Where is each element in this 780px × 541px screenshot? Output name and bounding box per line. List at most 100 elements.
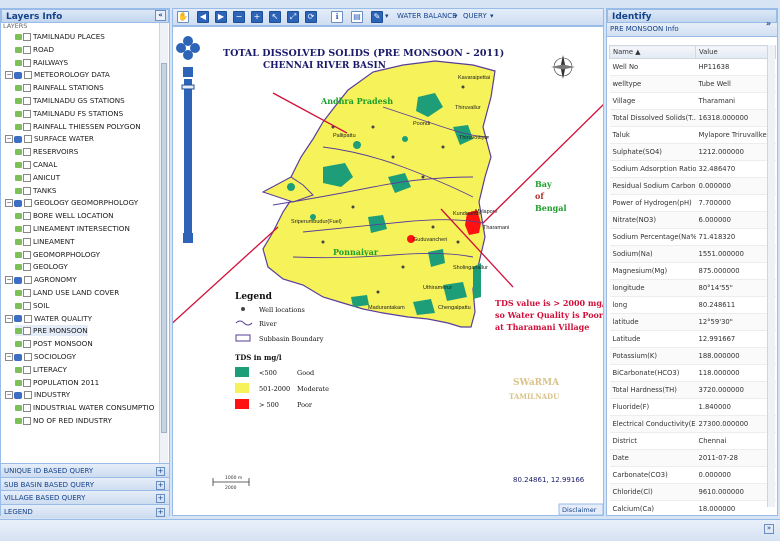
- layer-checkbox[interactable]: [23, 263, 31, 272]
- property-row[interactable]: Sodium Percentage(Na%) 71.418320: [609, 228, 776, 246]
- layer-checkbox[interactable]: [24, 353, 32, 361]
- full-extent-icon[interactable]: ⤢: [287, 11, 299, 23]
- layer-checkbox[interactable]: [23, 289, 31, 297]
- expand-toggle-icon[interactable]: −: [5, 314, 13, 323]
- expand-plus-icon[interactable]: +: [156, 480, 165, 490]
- layer-group[interactable]: − AGRONOMY: [5, 274, 77, 285]
- measure-dropdown-arrow[interactable]: ▾: [385, 12, 389, 20]
- scrollbar-thumb[interactable]: [161, 63, 167, 433]
- zoom-in-icon[interactable]: +: [251, 11, 263, 23]
- expand-grip-button[interactable]: »: [764, 524, 774, 534]
- zoom-thumb[interactable]: [181, 84, 195, 90]
- accordion-legend[interactable]: LEGEND +: [1, 503, 169, 518]
- property-row[interactable]: Residual Sodium Carbonat...0.000000: [609, 177, 776, 195]
- expand-toggle-icon[interactable]: −: [5, 135, 13, 144]
- layer-item[interactable]: RAILWAYS: [15, 57, 68, 68]
- layer-checkbox[interactable]: [23, 84, 31, 93]
- zoom-slider[interactable]: [176, 36, 200, 243]
- property-row[interactable]: Total Dissolved Solids(T... 16318.000000: [609, 109, 776, 127]
- property-row[interactable]: District Chennai: [609, 432, 776, 450]
- property-row[interactable]: Date 2011-07-28: [609, 449, 776, 467]
- layer-item[interactable]: TAMILNADU FS STATIONS: [15, 108, 123, 119]
- layer-checkbox[interactable]: [23, 45, 31, 54]
- layer-item[interactable]: POPULATION 2011: [15, 377, 99, 388]
- layer-item[interactable]: TAMILNADU PLACES: [15, 31, 105, 42]
- property-row[interactable]: Fluoride(F) 1.840000: [609, 398, 776, 416]
- zoom-track[interactable]: [184, 79, 192, 241]
- property-row[interactable]: Village Tharamani: [609, 92, 776, 110]
- property-row[interactable]: Magnesium(Mg) 875.000000: [609, 262, 776, 280]
- layer-checkbox[interactable]: [23, 365, 31, 374]
- layer-item[interactable]: LITERACY: [15, 364, 67, 375]
- layer-item[interactable]: TAMILNADU GS STATIONS: [15, 95, 125, 106]
- property-row[interactable]: BiCarbonate(HCO3) 118.000000: [609, 364, 776, 382]
- layer-item[interactable]: BORE WELL LOCATION: [15, 210, 114, 221]
- expand-toggle-icon[interactable]: −: [5, 199, 13, 208]
- water-balance-menu[interactable]: WATER BALANCE: [397, 12, 457, 20]
- layer-checkbox[interactable]: [24, 276, 32, 285]
- layer-group[interactable]: − SURFACE WATER: [5, 133, 94, 144]
- property-row[interactable]: Carbonate(CO3) 0.000000: [609, 466, 776, 484]
- property-row[interactable]: Calcium(Ca) 18.000000: [609, 500, 776, 515]
- zoom-minus-icon[interactable]: [183, 233, 193, 243]
- property-row[interactable]: Potassium(K) 188.000000: [609, 347, 776, 365]
- layer-checkbox[interactable]: [24, 199, 32, 208]
- pan-down-icon[interactable]: [183, 50, 193, 60]
- property-row[interactable]: Sodium(Na) 1551.000000: [609, 245, 776, 263]
- accordion-village-based-query[interactable]: VILLAGE BASED QUERY +: [1, 490, 169, 504]
- expand-plus-icon[interactable]: +: [156, 494, 165, 503]
- layer-checkbox[interactable]: [23, 378, 31, 387]
- layer-checkbox[interactable]: [23, 33, 31, 41]
- expand-toggle-icon[interactable]: −: [5, 71, 13, 80]
- back-arrow-icon[interactable]: ◀: [197, 11, 209, 23]
- layer-checkbox[interactable]: [23, 212, 31, 221]
- property-row[interactable]: Chloride(Cl) 9610.000000: [609, 483, 776, 501]
- property-row[interactable]: Nitrate(NO3) 6.000000: [609, 211, 776, 229]
- layer-item[interactable]: ROAD: [15, 44, 54, 55]
- query-arrow[interactable]: ▾: [490, 12, 494, 20]
- property-row[interactable]: long 80.248611: [609, 296, 776, 314]
- layer-checkbox[interactable]: [23, 58, 31, 67]
- expand-toggle-icon[interactable]: −: [5, 276, 13, 285]
- zoom-plus-icon[interactable]: [183, 67, 193, 77]
- layer-item[interactable]: RAINFALL THIESSEN POLYGON: [15, 121, 141, 132]
- layer-item[interactable]: SOIL: [15, 300, 49, 311]
- collapse-right-button[interactable]: »: [766, 17, 771, 31]
- column-header-value[interactable]: Value: [694, 45, 777, 59]
- layer-item[interactable]: NO OF RED INDUSTRY: [15, 415, 112, 426]
- layer-checkbox[interactable]: [24, 314, 32, 323]
- layer-item[interactable]: TANKS: [15, 185, 56, 196]
- refresh-icon[interactable]: ⟳: [305, 11, 317, 23]
- layer-item[interactable]: GEOLOGY: [15, 261, 68, 272]
- property-row[interactable]: welltype Tube Well: [609, 75, 776, 93]
- layer-checkbox[interactable]: [23, 327, 31, 336]
- map-view[interactable]: Kavaraipettai Pallipattu Thiruvallur Poo…: [172, 26, 604, 516]
- layer-item[interactable]: LINEAMENT: [15, 236, 74, 247]
- print-icon[interactable]: ▤: [351, 11, 363, 23]
- expand-toggle-icon[interactable]: −: [5, 353, 13, 361]
- layer-item[interactable]: LAND USE LAND COVER: [15, 287, 119, 298]
- layer-item[interactable]: RESERVOIRS: [15, 146, 78, 157]
- accordion-unique-id-based-query[interactable]: UNIQUE ID BASED QUERY +: [1, 463, 169, 477]
- measure-icon[interactable]: ✎: [371, 11, 383, 23]
- info-icon[interactable]: ℹ: [331, 11, 343, 23]
- layer-checkbox[interactable]: [23, 250, 31, 259]
- expand-toggle-icon[interactable]: −: [5, 391, 13, 400]
- pan-hand-icon[interactable]: ✋: [177, 11, 189, 23]
- layer-item[interactable]: ANICUT: [15, 172, 60, 183]
- layer-group[interactable]: − WATER QUALITY: [5, 313, 92, 324]
- property-row[interactable]: longitude 80°14'55": [609, 279, 776, 297]
- property-row[interactable]: Total Hardness(TH) 3720.000000: [609, 381, 776, 399]
- layer-checkbox[interactable]: [23, 417, 31, 425]
- layer-checkbox[interactable]: [23, 109, 31, 118]
- layer-checkbox[interactable]: [24, 71, 32, 80]
- layer-checkbox[interactable]: [23, 148, 31, 157]
- map-canvas[interactable]: Kavaraipettai Pallipattu Thiruvallur Poo…: [173, 27, 604, 516]
- accordion-sub-basin-based-query[interactable]: SUB BASIN BASED QUERY +: [1, 476, 169, 491]
- layer-checkbox[interactable]: [23, 340, 31, 349]
- disclaimer-button[interactable]: Disclaimer: [562, 506, 597, 514]
- collapse-left-button[interactable]: «: [155, 10, 166, 21]
- property-row[interactable]: Sodium Adsorption Ratio... 32.486470: [609, 160, 776, 178]
- zoom-out-icon[interactable]: −: [233, 11, 245, 23]
- property-row[interactable]: Latitude 12.991667: [609, 330, 776, 348]
